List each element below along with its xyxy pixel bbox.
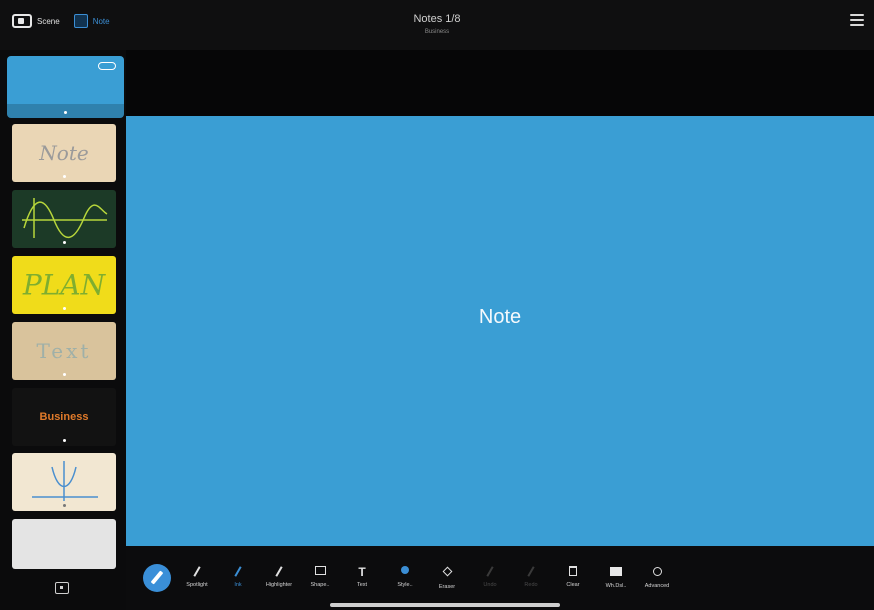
- ink-button[interactable]: Ink: [218, 566, 258, 588]
- undo-button[interactable]: Undo: [470, 566, 510, 588]
- tool-label: Style..: [397, 582, 413, 588]
- thumbnail-label: Text: [36, 339, 92, 363]
- page-dot: [64, 111, 67, 114]
- thumbnail-label: Note: [39, 141, 89, 165]
- page-dot: [62, 175, 66, 178]
- highlighter-icon: [259, 566, 299, 578]
- gear-icon: [637, 567, 677, 579]
- selected-badge-icon: [98, 62, 116, 70]
- thumbnail-4[interactable]: PLAN: [12, 256, 116, 314]
- text-icon: T: [358, 565, 366, 579]
- pen-mode-button[interactable]: [143, 564, 171, 592]
- thumbnail-7[interactable]: [12, 453, 116, 511]
- tool-label: Text: [356, 582, 368, 588]
- spotlight-button[interactable]: Spotlight: [177, 566, 217, 588]
- thumbnail-3[interactable]: [12, 190, 116, 248]
- add-page-icon[interactable]: [55, 582, 69, 594]
- shape-icon: [300, 566, 340, 578]
- page-subtitle: Business: [424, 29, 450, 35]
- page-dot: [62, 307, 66, 310]
- page-dot: [62, 439, 66, 442]
- thumbnail-6[interactable]: Business: [12, 388, 116, 446]
- thumbnail-label: Business: [39, 411, 89, 423]
- text-button[interactable]: T Text: [342, 566, 382, 588]
- tool-label: Eraser: [438, 584, 456, 590]
- tool-label: Redo: [524, 582, 538, 588]
- note-canvas[interactable]: Note: [126, 116, 874, 546]
- screen-icon: [596, 567, 636, 579]
- tool-label: Ink: [234, 582, 242, 588]
- clear-button[interactable]: Clear: [553, 566, 593, 588]
- trash-icon: [553, 566, 593, 578]
- thumbnail-8[interactable]: [12, 519, 116, 569]
- page-title: Notes 1/8: [413, 13, 461, 25]
- eraser-button[interactable]: Eraser: [427, 566, 467, 590]
- thumbnail-1[interactable]: [7, 56, 124, 118]
- pen-icon: [218, 566, 258, 578]
- advanced-button[interactable]: Advanced: [637, 566, 677, 589]
- shapes-button[interactable]: Shape..: [300, 566, 340, 588]
- tool-label: Highlighter: [265, 582, 293, 588]
- thumbnail-label: PLAN: [22, 268, 106, 302]
- top-bar: Scene Note Notes 1/8 Business: [0, 0, 874, 50]
- tool-label: Wh.Dsl..: [605, 583, 627, 589]
- canvas-header-area: [126, 50, 874, 116]
- thumbnail-2[interactable]: Note: [12, 124, 116, 182]
- slide-sidebar: Note PLAN Text Business: [0, 50, 126, 610]
- display-button[interactable]: Wh.Dsl..: [596, 566, 636, 589]
- undo-icon: [470, 566, 510, 578]
- eraser-icon: [427, 566, 467, 580]
- redo-button[interactable]: Redo: [511, 566, 551, 588]
- color-dot-icon: [385, 566, 425, 578]
- redo-icon: [511, 566, 551, 578]
- page-dot: [62, 373, 66, 376]
- tool-label: Clear: [566, 582, 580, 588]
- tool-label: Shape..: [310, 582, 330, 588]
- thumbnail-5[interactable]: Text: [12, 322, 116, 380]
- chart-sketch-icon: [32, 461, 98, 501]
- menu-icon[interactable]: [850, 14, 864, 30]
- spotlight-icon: [177, 566, 217, 578]
- style-button[interactable]: Style..: [385, 566, 425, 588]
- page-dot: [62, 504, 66, 507]
- graph-sketch-icon: [22, 198, 108, 239]
- page-dot: [62, 241, 66, 244]
- highlighter-button[interactable]: Highlighter: [259, 566, 299, 588]
- tool-label: Advanced: [644, 583, 670, 589]
- home-indicator[interactable]: [330, 603, 560, 607]
- canvas-text: Note: [478, 306, 522, 328]
- tool-label: Spotlight: [186, 582, 208, 588]
- tool-label: Undo: [483, 582, 497, 588]
